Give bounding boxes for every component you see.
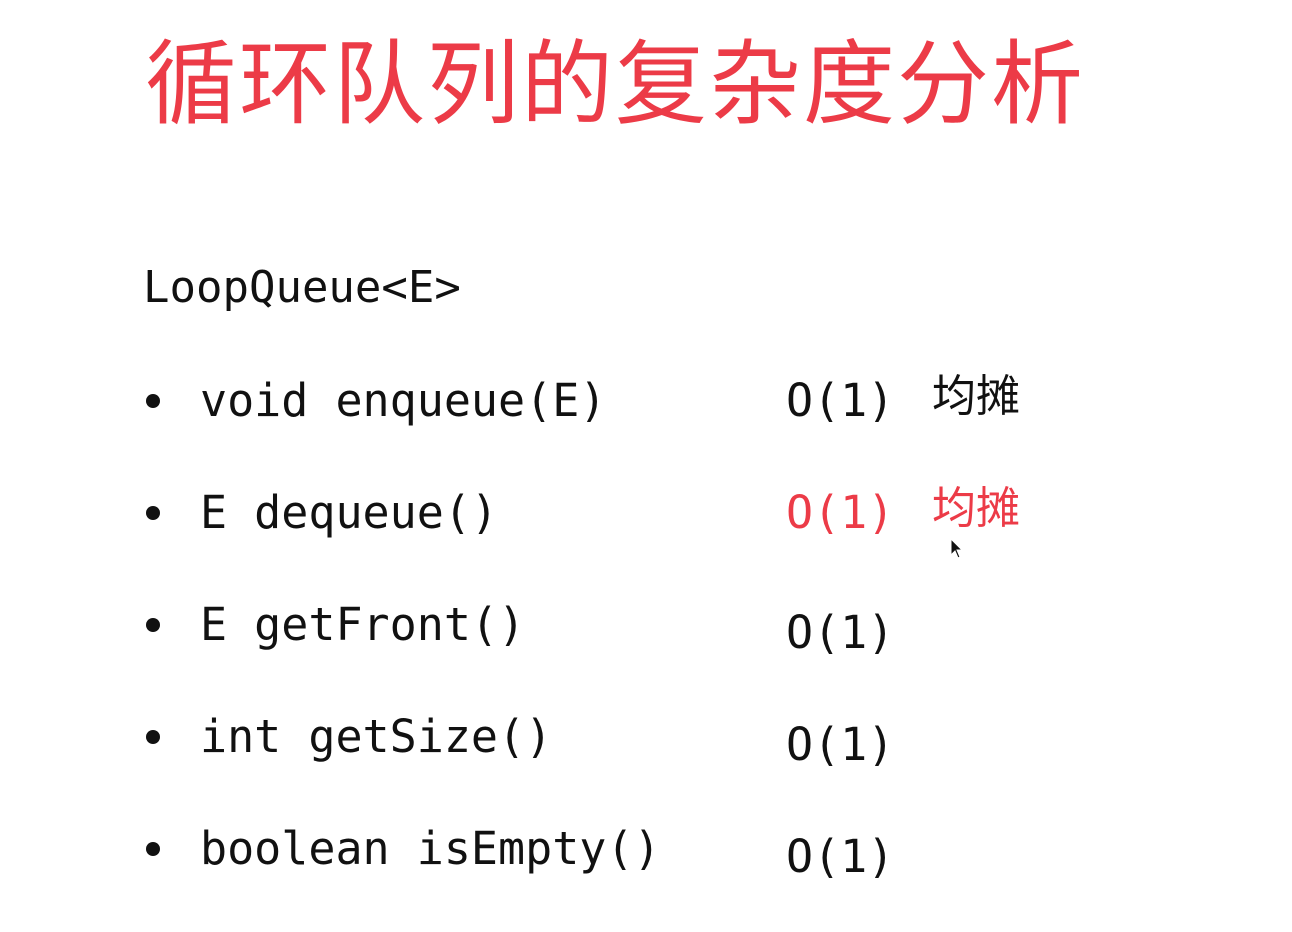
method-signature: E dequeue() [200,486,499,539]
bullet-icon [146,394,160,408]
bullet-icon [146,618,160,632]
method-signature: E getFront() [200,598,526,651]
method-row: E dequeue() O(1) 均摊 [0,482,1292,552]
method-signature: boolean isEmpty() [200,822,661,875]
bullet-icon [146,730,160,744]
bullet-icon [146,506,160,520]
complexity-value: O(1) [786,718,895,771]
method-row: void enqueue(E) O(1) 均摊 [0,370,1292,440]
method-signature: int getSize() [200,710,553,763]
slide: 循环队列的复杂度分析 LoopQueue<E> void enqueue(E) … [0,0,1292,932]
complexity-value: O(1) [786,830,895,883]
method-row: boolean isEmpty() O(1) [0,818,1292,888]
complexity-note: 均摊 [932,371,1020,422]
complexity-note: 均摊 [932,483,1020,534]
bullet-icon [146,842,160,856]
method-row: int getSize() O(1) [0,706,1292,776]
method-row: E getFront() O(1) [0,594,1292,664]
method-signature: void enqueue(E) [200,374,607,427]
slide-title: 循环队列的复杂度分析 [145,31,1086,138]
mouse-pointer-icon [950,538,964,559]
complexity-value: O(1) [786,486,895,539]
complexity-value: O(1) [786,606,895,659]
complexity-value: O(1) [786,374,895,427]
class-name: LoopQueue<E> [143,262,461,313]
